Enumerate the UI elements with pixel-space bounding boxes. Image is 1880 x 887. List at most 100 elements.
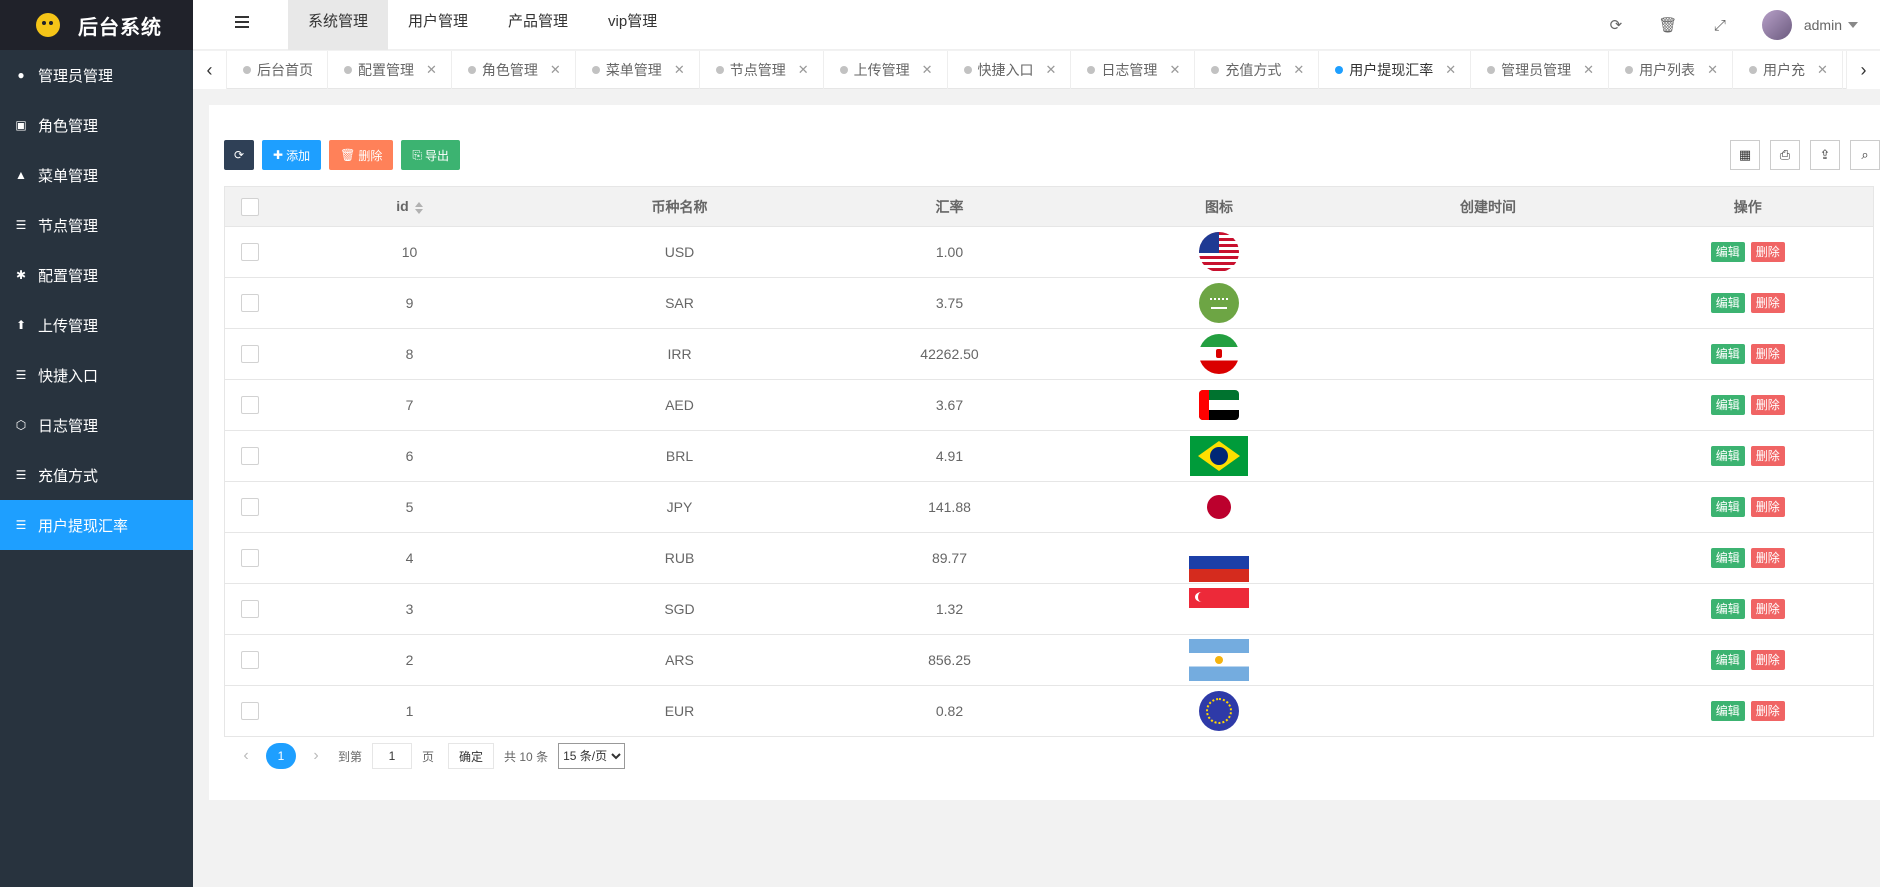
list-icon: ☰ (15, 468, 27, 482)
tab[interactable]: 充值方式 ✕ (1195, 51, 1320, 89)
prev-page-icon[interactable]: ‹ (236, 747, 256, 765)
delete-row-button[interactable]: 删除 (1750, 701, 1785, 721)
edit-button[interactable]: 编辑 (1710, 242, 1745, 262)
tab[interactable]: 角色管理 ✕ (452, 51, 576, 89)
confirm-page-button[interactable]: 确定 (448, 743, 495, 769)
menu-toggle-icon[interactable] (235, 16, 249, 30)
tab[interactable]: 菜单管理 ✕ (576, 51, 700, 89)
top-nav-item[interactable]: vip管理 (588, 0, 677, 50)
close-icon[interactable]: ✕ (1817, 62, 1828, 78)
tab[interactable]: 管理员管理 ✕ (1471, 51, 1610, 89)
sidebar-item-2[interactable]: ▲ 菜单管理 (0, 150, 193, 200)
row-checkbox[interactable] (240, 396, 259, 415)
edit-button[interactable]: 编辑 (1710, 701, 1745, 721)
close-icon[interactable]: ✕ (426, 62, 437, 78)
delete-row-button[interactable]: 删除 (1750, 599, 1785, 619)
tab[interactable]: 节点管理 ✕ (700, 51, 824, 89)
delete-row-button[interactable]: 删除 (1750, 293, 1785, 313)
close-icon[interactable]: ✕ (1169, 62, 1180, 78)
edit-button[interactable]: 编辑 (1710, 395, 1745, 415)
delete-button[interactable]: 🗑 删除 (329, 140, 394, 170)
fullscreen-icon[interactable]: ⤢ (1694, 17, 1746, 34)
cell-currency: BRL (544, 430, 815, 482)
top-nav-item[interactable]: 系统管理 (288, 0, 389, 50)
delete-row-button[interactable]: 删除 (1750, 395, 1785, 415)
close-icon[interactable]: ✕ (1583, 62, 1594, 78)
sidebar-item-5[interactable]: ⬆ 上传管理 (0, 300, 193, 350)
add-button[interactable]: ✚ 添加 (262, 140, 322, 170)
delete-row-button[interactable]: 删除 (1750, 446, 1785, 466)
page-size-select[interactable]: 15 条/页 (558, 743, 626, 769)
trash-icon[interactable]: 🗑 (1642, 16, 1694, 34)
edit-button[interactable]: 编辑 (1710, 650, 1745, 670)
search-icon[interactable]: ⌕ (1850, 140, 1880, 170)
tab[interactable]: 快捷入口 ✕ (948, 51, 1072, 89)
sidebar-item-0[interactable]: ● 管理员管理 (0, 50, 193, 100)
tabs-scroll-right-icon[interactable]: › (1846, 51, 1880, 89)
tab[interactable]: 配置管理 ✕ (328, 51, 452, 89)
close-icon[interactable]: ✕ (798, 62, 809, 78)
export-button[interactable]: ⎘ 导出 (401, 140, 460, 170)
tab[interactable]: 日志管理 ✕ (1071, 51, 1196, 89)
next-page-icon[interactable]: › (306, 747, 326, 765)
sidebar-item-9[interactable]: ☰ 用户提现汇率 (0, 500, 193, 550)
edit-button[interactable]: 编辑 (1710, 293, 1745, 313)
avatar[interactable] (1761, 10, 1792, 40)
row-checkbox[interactable] (240, 294, 259, 313)
close-icon[interactable]: ✕ (550, 62, 561, 78)
header-id[interactable]: id (274, 186, 545, 227)
row-checkbox[interactable] (240, 651, 259, 670)
tabs-bar: ‹ 后台首页 配置管理 ✕ 角色管理 ✕ 菜单管理 ✕ 节点管理 ✕ 上传管理 ✕ 快捷入口 ✕ 日志管理… (193, 51, 1880, 89)
row-checkbox[interactable] (240, 345, 259, 364)
current-page[interactable]: 1 (266, 743, 296, 769)
print-icon[interactable]: ⎙ (1770, 140, 1800, 170)
delete-row-button[interactable]: 删除 (1750, 242, 1785, 262)
edit-button[interactable]: 编辑 (1710, 599, 1745, 619)
user-name[interactable]: admin (1804, 17, 1842, 33)
tab[interactable]: 用户提现汇率 ✕ (1319, 51, 1472, 89)
select-all-checkbox[interactable] (240, 197, 259, 216)
close-icon[interactable]: ✕ (1046, 62, 1057, 78)
delete-row-button[interactable]: 删除 (1750, 344, 1785, 364)
row-checkbox[interactable] (240, 600, 259, 619)
close-icon[interactable]: ✕ (1707, 62, 1718, 78)
tab[interactable]: 上传管理 ✕ (824, 51, 948, 89)
row-checkbox[interactable] (240, 549, 259, 568)
sidebar-item-3[interactable]: ☰ 节点管理 (0, 200, 193, 250)
export-table-icon[interactable]: ⇪ (1810, 140, 1840, 170)
logo[interactable]: 后台系统 (0, 0, 193, 50)
tab[interactable]: 后台首页 (227, 51, 328, 89)
sidebar-item-7[interactable]: ⬡ 日志管理 (0, 400, 193, 450)
refresh-icon[interactable]: ⟳ (1590, 16, 1642, 34)
refresh-button[interactable]: ⟳ (224, 140, 254, 170)
sort-icon[interactable] (414, 201, 423, 215)
chevron-down-icon[interactable] (1848, 22, 1858, 28)
delete-row-button[interactable]: 删除 (1750, 548, 1785, 568)
row-checkbox[interactable] (240, 243, 259, 262)
edit-button[interactable]: 编辑 (1710, 497, 1745, 517)
tab[interactable]: 用户充 ✕ (1733, 51, 1843, 89)
columns-icon[interactable]: ▦ (1730, 140, 1760, 170)
edit-button[interactable]: 编辑 (1710, 548, 1745, 568)
delete-row-button[interactable]: 删除 (1750, 497, 1785, 517)
sidebar-item-6[interactable]: ☰ 快捷入口 (0, 350, 193, 400)
cell-created (1353, 532, 1623, 584)
sidebar-item-8[interactable]: ☰ 充值方式 (0, 450, 193, 500)
tabs-scroll-left-icon[interactable]: ‹ (193, 51, 227, 89)
close-icon[interactable]: ✕ (922, 62, 933, 78)
row-checkbox[interactable] (240, 447, 259, 466)
close-icon[interactable]: ✕ (674, 62, 685, 78)
goto-page-input[interactable] (372, 743, 413, 769)
edit-button[interactable]: 编辑 (1710, 446, 1745, 466)
row-checkbox[interactable] (240, 702, 259, 721)
sidebar-item-1[interactable]: ▣ 角色管理 (0, 100, 193, 150)
sidebar-item-4[interactable]: ✱ 配置管理 (0, 250, 193, 300)
tab[interactable]: 用户列表 ✕ (1609, 51, 1733, 89)
row-checkbox[interactable] (240, 498, 259, 517)
top-nav-item[interactable]: 产品管理 (488, 0, 588, 50)
close-icon[interactable]: ✕ (1293, 62, 1304, 78)
delete-row-button[interactable]: 删除 (1750, 650, 1785, 670)
top-nav-item[interactable]: 用户管理 (388, 0, 488, 50)
edit-button[interactable]: 编辑 (1710, 344, 1745, 364)
close-icon[interactable]: ✕ (1445, 62, 1456, 78)
